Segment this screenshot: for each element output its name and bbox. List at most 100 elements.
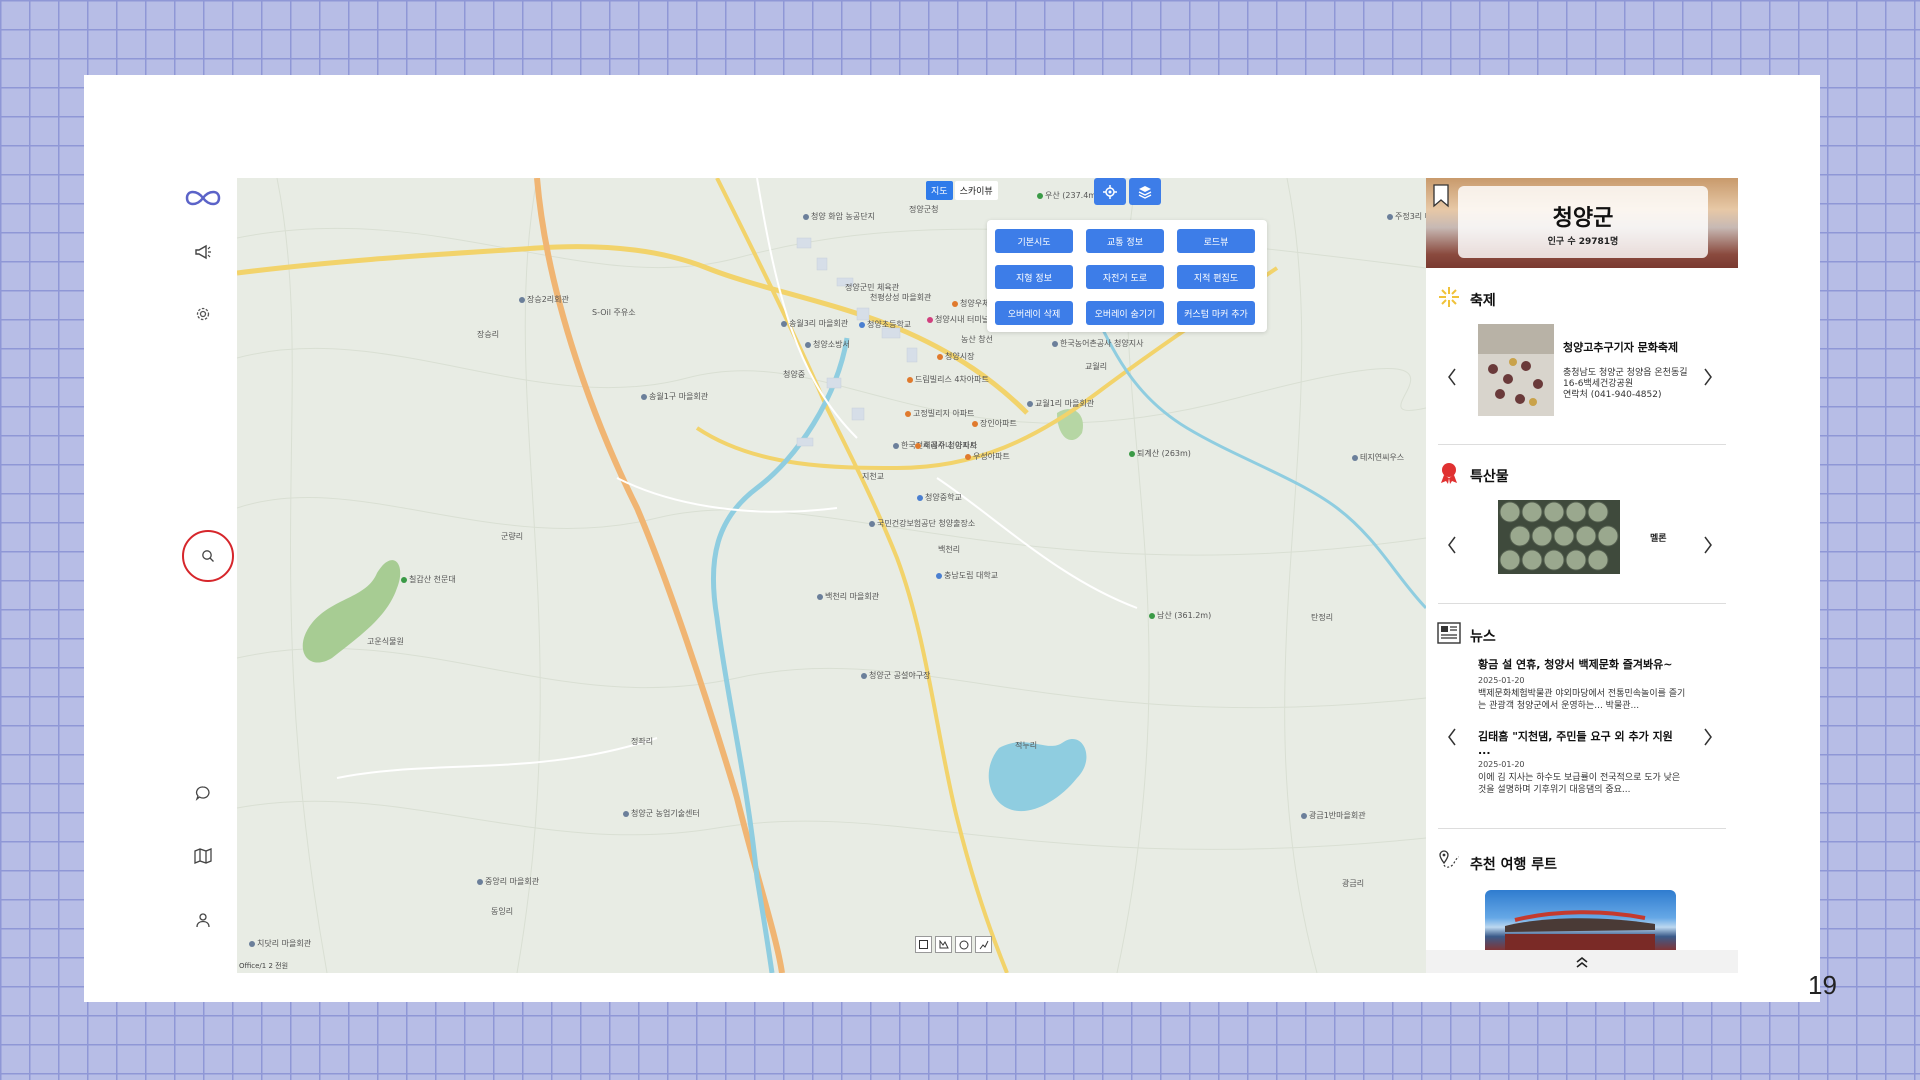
layer-panel: 기본시도 교통 정보 로드뷰 지형 정보 자전거 도로 지적 편집도 오버레이 … [987,220,1267,332]
map-label: 드림빌리스 4차아파트 [907,374,989,385]
map-label: 백천리 마을회관 [817,591,879,602]
festival-address: 충청남도 청양군 청양읍 온천동길 16-6백세건강공원 연락처 (041-94… [1563,368,1691,401]
section-divider [1438,828,1726,829]
polygon-tool-icon[interactable] [935,936,952,953]
search-button[interactable] [182,530,234,582]
map-label: 농산 창선 [961,335,993,344]
map-label: 동잉리 [491,907,514,916]
layers-icon [1138,185,1152,199]
page-number: 19 [1808,970,1837,1000]
bookmark-icon[interactable] [1432,184,1450,208]
news-item-title[interactable]: 김태흠 "지천댐, 주민들 요구 외 추가 지원 ... [1478,730,1683,758]
map-label: 충남도립 대학교 [936,570,998,581]
festival-sparkle-icon [1436,284,1462,310]
layer-button-basic[interactable]: 기본시도 [995,229,1073,253]
specialty-heading: 특산물 [1470,469,1509,485]
map-label: 적누리 [1015,741,1038,750]
infinity-logo-icon[interactable] [170,178,236,218]
map-label: 청양군 농업기술센터 [623,808,700,819]
overlay-delete-button[interactable]: 오버레이 삭제 [995,301,1073,325]
region-title-card: 청양군 인구 수 29781명 [1458,186,1708,258]
festival-heading: 축제 [1470,293,1496,309]
map-label: 탄정리 [1311,613,1334,622]
map-label: 백천리 [938,545,961,554]
user-icon[interactable] [170,900,236,940]
map-label: 정좌리 [631,737,654,746]
layers-button[interactable] [1129,178,1161,205]
map-label: 교월1리 마을회관 [1027,398,1094,409]
map-label: 지천교 [862,472,885,481]
map-label: 장승리 [477,330,500,339]
news-item-date: 2025-01-20 [1478,760,1525,769]
map-label: 송월1구 마을회관 [641,391,708,402]
festival-address-line: 충청남도 청양군 청양읍 온천동길 16-6백세건강공원 [1563,368,1688,389]
locate-button[interactable] [1094,178,1126,205]
festival-prev-arrow-icon[interactable] [1442,365,1462,389]
map-label: 국민건강보험공단 청양출장소 [869,518,975,529]
news-item-date: 2025-01-20 [1478,676,1525,685]
map-label: 테지연씨우스 [1352,452,1404,463]
map-label: 주정3리 마을회관 [1387,211,1426,222]
section-divider [1438,444,1726,445]
overlay-hide-button[interactable]: 오버레이 숨기기 [1086,301,1164,325]
map-label: 한국농어촌공사 청양지사 [1052,338,1144,349]
map-label: 우산 (237.4m) [1037,190,1099,201]
layer-button-roadview[interactable]: 로드뷰 [1177,229,1255,253]
map-label: 송월3리 마을회관 [781,318,848,329]
route-photo[interactable] [1485,890,1676,952]
festival-photo [1478,324,1554,416]
rectangle-tool-icon[interactable] [915,936,932,953]
map-label: 우성아파트 [965,451,1010,462]
map-label: 고정빌리지 아파트 [905,408,974,419]
news-prev-arrow-icon[interactable] [1442,725,1462,749]
map-label: 고운식물원 [367,637,404,646]
section-divider [1438,603,1726,604]
map-label: 광금1반마을회관 [1301,810,1366,821]
map-label: 청양소방서 [805,339,850,350]
specialty-prev-arrow-icon[interactable] [1442,533,1462,557]
news-item-body: 이에 김 지사는 하수도 보급률이 전국적으로 도가 낮은 것을 설명하며 기후… [1478,773,1681,795]
double-chevron-up-icon [1576,956,1588,968]
specialty-ribbon-icon [1436,460,1462,486]
map-label: 퇴계산 (263m) [1129,448,1191,459]
news-item-title[interactable]: 황금 설 연휴, 청양서 백제문화 즐겨봐유~ [1478,658,1683,672]
region-name: 청양군 [1552,206,1614,231]
map-label: 청양시내 터미널 [927,314,989,325]
route-heading: 추천 여행 루트 [1470,857,1558,873]
map-label: 남산 (361.2m) [1149,610,1211,621]
news-next-arrow-icon[interactable] [1698,725,1718,749]
region-population: 인구 수 29781명 [1547,237,1619,247]
map-label: 치닷리 마을회관 [249,938,311,949]
map-label: 칠갑산 천문대 [401,574,456,585]
map-view[interactable]: 청양 화암 농공단지 우산 (237.4m) 주정3리 마을회관 정양군청 장승… [237,178,1426,973]
circle-tool-icon[interactable] [955,936,972,953]
festival-next-arrow-icon[interactable] [1698,365,1718,389]
polyline-tool-icon[interactable] [975,936,992,953]
map-type-tab-map[interactable]: 지도 [926,181,953,200]
specialty-next-arrow-icon[interactable] [1698,533,1718,557]
news-item-body: 백제문화체험박물관 야외마당에서 전통민속놀이를 즐기는 관광객 청양군에서 운… [1478,689,1686,711]
map-label: 교월리 [1085,362,1108,371]
map-label: 청양초등학교 [859,319,911,330]
chat-icon[interactable] [170,773,236,813]
specialty-photo [1498,500,1620,574]
map-label: S-Oil 주유소 [592,308,636,317]
layer-button-bicycle[interactable]: 자전거 도로 [1086,265,1164,289]
map-type-tab-skyview[interactable]: 스카이뷰 [954,181,998,200]
custom-marker-button[interactable]: 커스텀 마커 추가 [1177,301,1255,325]
map-label: 군량리 [501,532,524,541]
map-label: 천평상성 마을회관 [870,293,932,302]
search-icon [202,550,214,562]
map-type-toggle: 지도 스카이뷰 [926,181,998,200]
map-icon[interactable] [170,836,236,876]
layer-button-traffic[interactable]: 교통 정보 [1086,229,1164,253]
festival-title: 청양고추구기자 문화축제 [1563,341,1679,354]
gear-icon[interactable] [170,294,236,334]
region-info-panel: 청양군 인구 수 29781명 축제 청양고추구기자 문화축제 충청남도 청양군… [1426,178,1738,973]
layer-button-terrain[interactable]: 지형 정보 [995,265,1073,289]
layer-button-cadastral[interactable]: 지적 편집도 [1177,265,1255,289]
map-label: 장인아파트 [972,418,1017,429]
megaphone-icon[interactable] [170,232,236,272]
scroll-top-button[interactable] [1426,950,1738,973]
map-label: 청양중학교 [917,492,962,503]
